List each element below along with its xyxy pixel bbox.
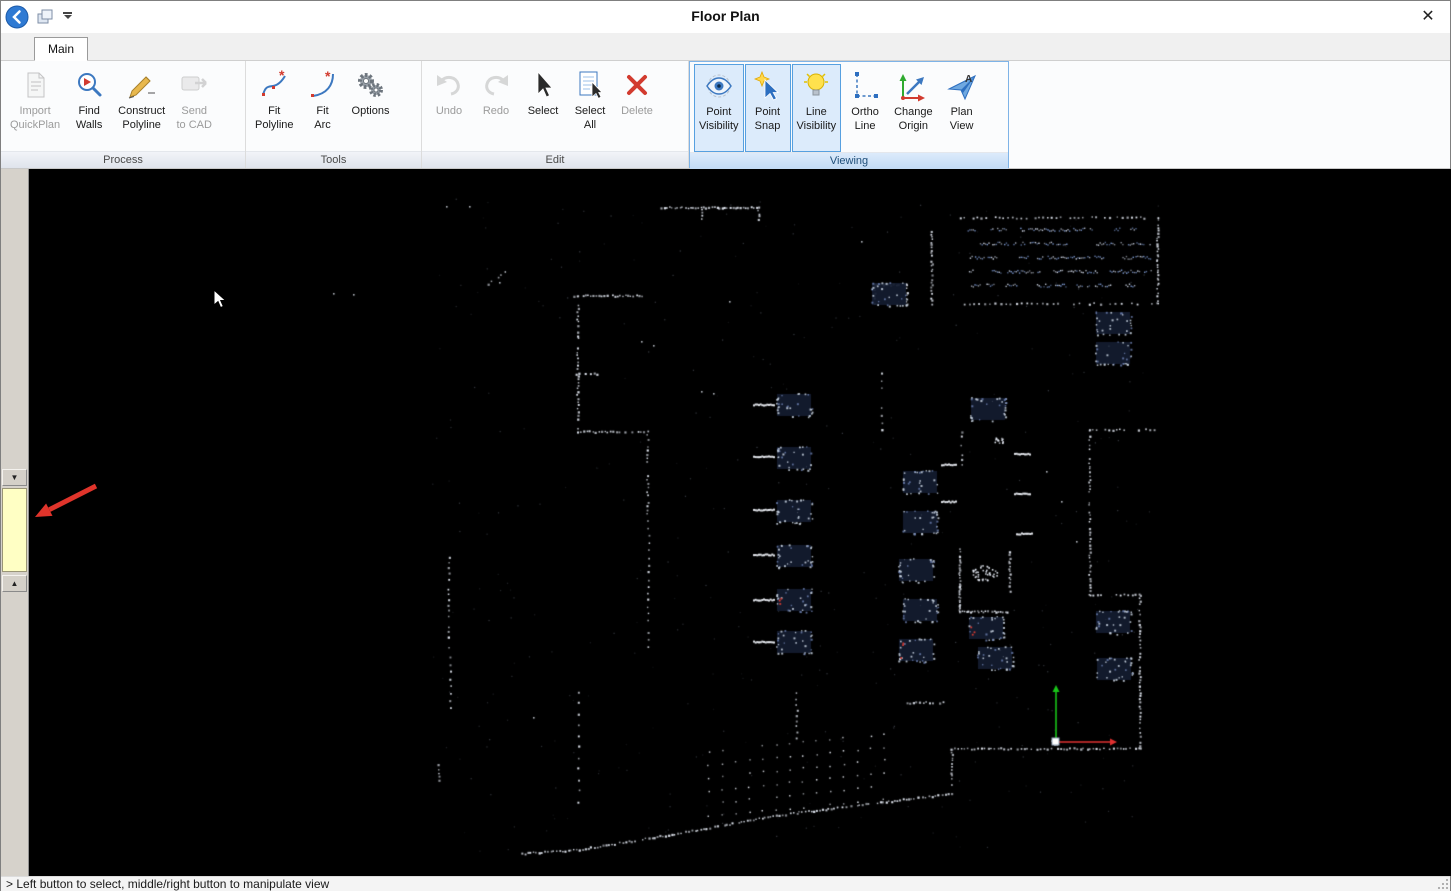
button-label: Visibility <box>797 119 837 133</box>
titlebar: Floor Plan ✕ <box>1 1 1450 33</box>
construct-polyline-icon <box>126 69 158 101</box>
button-label: All <box>584 118 596 132</box>
button-label: Select <box>528 104 559 118</box>
close-button[interactable]: ✕ <box>1412 5 1444 29</box>
button-label: Options <box>352 104 390 118</box>
construct-polyline-button[interactable]: Construct Polyline <box>113 63 170 151</box>
ribbon-group-viewing: Point Visibility Point Snap Line Visibil… <box>689 61 1009 168</box>
button-label: Walls <box>76 118 102 132</box>
redo-button[interactable]: Redo <box>473 63 519 151</box>
options-button[interactable]: Options <box>347 63 395 151</box>
button-label: to CAD <box>176 118 211 132</box>
delete-button[interactable]: Delete <box>614 63 660 151</box>
left-rail: ▼ ▲ <box>1 169 29 876</box>
point-visibility-button[interactable]: Point Visibility <box>694 64 744 152</box>
ortho-line-icon <box>849 70 881 102</box>
line-visibility-button[interactable]: Line Visibility <box>792 64 842 152</box>
ribbon-group-tools: * Fit Polyline * Fit Arc Options <box>246 61 422 168</box>
collapsed-panel[interactable] <box>2 488 27 572</box>
change-origin-button[interactable]: Change Origin <box>889 64 938 152</box>
button-label: Send <box>181 104 207 118</box>
point-visibility-eye-icon <box>703 70 735 102</box>
find-walls-icon <box>73 69 105 101</box>
svg-text:*: * <box>325 69 331 84</box>
fit-polyline-button[interactable]: * Fit Polyline <box>250 63 299 151</box>
resize-grip[interactable] <box>1437 878 1449 890</box>
button-label: Import <box>19 104 50 118</box>
svg-text:A: A <box>965 74 972 85</box>
plan-view-button[interactable]: A Plan View <box>939 64 985 152</box>
scroll-down-button[interactable]: ▼ <box>2 469 27 486</box>
button-label: Snap <box>755 119 781 133</box>
select-button[interactable]: Select <box>520 63 566 151</box>
line-visibility-bulb-icon <box>800 70 832 102</box>
ribbon-spacer <box>1009 61 1450 168</box>
scroll-up-button[interactable]: ▲ <box>2 575 27 592</box>
fit-polyline-icon: * <box>258 69 290 101</box>
button-label: Origin <box>899 119 928 133</box>
workspace: ▼ ▲ <box>1 169 1451 876</box>
button-label: Delete <box>621 104 653 118</box>
button-label: Arc <box>314 118 331 132</box>
point-snap-button[interactable]: Point Snap <box>745 64 791 152</box>
status-text: > Left button to select, middle/right bu… <box>6 877 329 891</box>
ribbon-tabstrip: Main <box>1 33 1450 61</box>
window-title: Floor Plan <box>1 8 1450 24</box>
button-label: View <box>950 119 974 133</box>
ortho-line-button[interactable]: Ortho Line <box>842 64 888 152</box>
send-to-cad-icon <box>178 69 210 101</box>
button-label: Fit <box>316 104 328 118</box>
button-label: Polyline <box>255 118 294 132</box>
button-label: Plan <box>951 105 973 119</box>
ribbon-group-process: Import QuickPlan Find Walls Construct Po… <box>1 61 246 168</box>
svg-text:*: * <box>279 69 285 83</box>
import-quickplan-icon <box>19 69 51 101</box>
ribbon-group-edit: Undo Redo Select <box>422 61 689 168</box>
find-walls-button[interactable]: Find Walls <box>66 63 112 151</box>
undo-button[interactable]: Undo <box>426 63 472 151</box>
button-label: Polyline <box>122 118 161 132</box>
select-all-button[interactable]: Select All <box>567 63 613 151</box>
button-label: Change <box>894 105 933 119</box>
group-label-tools: Tools <box>246 151 421 168</box>
button-label: Line <box>855 119 876 133</box>
button-label: Find <box>78 104 99 118</box>
tab-main[interactable]: Main <box>34 37 88 61</box>
import-quickplan-button[interactable]: Import QuickPlan <box>5 63 65 151</box>
change-origin-icon <box>897 70 929 102</box>
plan-view-icon: A <box>946 70 978 102</box>
options-icon <box>354 69 386 101</box>
button-label: Line <box>806 105 827 119</box>
redo-icon <box>480 69 512 101</box>
button-label: Point <box>755 105 780 119</box>
button-label: Undo <box>436 104 462 118</box>
group-label-edit: Edit <box>422 151 688 168</box>
select-cursor-icon <box>527 69 559 101</box>
ribbon: Import QuickPlan Find Walls Construct Po… <box>1 61 1450 169</box>
delete-icon <box>621 69 653 101</box>
send-to-cad-button[interactable]: Send to CAD <box>171 63 217 151</box>
fit-arc-icon: * <box>307 69 339 101</box>
point-snap-icon <box>752 70 784 102</box>
button-label: Fit <box>268 104 280 118</box>
group-label-process: Process <box>1 151 245 168</box>
floor-plan-canvas[interactable] <box>29 169 1451 876</box>
undo-icon <box>433 69 465 101</box>
button-label: Ortho <box>851 105 879 119</box>
button-label: Select <box>575 104 606 118</box>
button-label: Redo <box>483 104 509 118</box>
button-label: Visibility <box>699 119 739 133</box>
group-label-viewing: Viewing <box>690 152 1008 169</box>
floor-plan-window: Floor Plan ✕ Main Import QuickPlan <box>0 0 1451 891</box>
button-label: Construct <box>118 104 165 118</box>
fit-arc-button[interactable]: * Fit Arc <box>300 63 346 151</box>
button-label: QuickPlan <box>10 118 60 132</box>
select-all-icon <box>574 69 606 101</box>
statusbar: > Left button to select, middle/right bu… <box>1 876 1450 891</box>
button-label: Point <box>706 105 731 119</box>
